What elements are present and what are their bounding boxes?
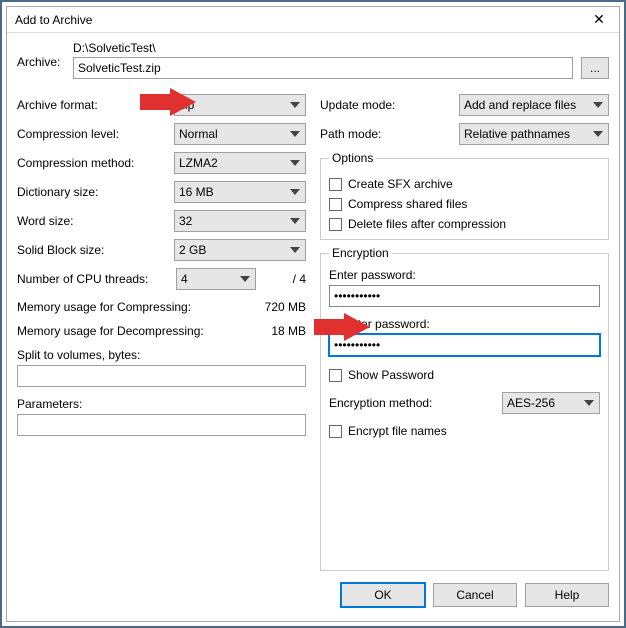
checkbox-icon <box>329 198 342 211</box>
archive-label: Archive: <box>17 41 65 69</box>
compression-method-label: Compression method: <box>17 156 168 170</box>
encrypt-filenames-label: Encrypt file names <box>348 424 447 438</box>
solid-block-size-label: Solid Block size: <box>17 243 168 257</box>
browse-button[interactable]: ... <box>581 57 609 79</box>
delete-after-label: Delete files after compression <box>348 217 506 231</box>
memory-decompress-label: Memory usage for Decompressing: <box>17 324 204 338</box>
right-column: Update mode: Add and replace files Path … <box>320 87 609 571</box>
create-sfx-label: Create SFX archive <box>348 177 453 191</box>
options-group: Options Create SFX archive Compress shar… <box>320 151 609 240</box>
checkbox-icon <box>329 218 342 231</box>
encryption-legend: Encryption <box>329 246 392 260</box>
update-mode-select[interactable]: Add and replace files <box>459 94 609 116</box>
memory-compress-value: 720 MB <box>265 300 306 314</box>
parameters-input[interactable] <box>17 414 306 436</box>
archive-path: D:\SolveticTest\ <box>73 41 573 55</box>
compression-level-label: Compression level: <box>17 127 168 141</box>
solid-block-size-select[interactable]: 2 GB <box>174 239 306 261</box>
cpu-threads-label: Number of CPU threads: <box>17 272 170 286</box>
compress-shared-label: Compress shared files <box>348 197 467 211</box>
memory-decompress-value: 18 MB <box>271 324 306 338</box>
archive-format-label: Archive format: <box>17 98 168 112</box>
ellipsis-icon: ... <box>590 61 600 75</box>
compression-level-select[interactable]: Normal <box>174 123 306 145</box>
path-mode-label: Path mode: <box>320 127 453 141</box>
left-column: Archive format: zip Compression level: N… <box>17 87 306 571</box>
checkbox-icon <box>329 425 342 438</box>
cpu-threads-total: / 4 <box>262 272 306 286</box>
memory-compress-label: Memory usage for Compressing: <box>17 300 191 314</box>
checkbox-icon <box>329 369 342 382</box>
reenter-password-label: Reenter password: <box>329 317 600 331</box>
checkbox-icon <box>329 178 342 191</box>
create-sfx-checkbox[interactable]: Create SFX archive <box>329 177 600 191</box>
split-volumes-label: Split to volumes, bytes: <box>17 348 306 362</box>
ok-button[interactable]: OK <box>341 583 425 607</box>
cpu-threads-select[interactable]: 4 <box>176 268 256 290</box>
archive-name-combo[interactable]: SolveticTest.zip <box>73 57 573 79</box>
encryption-group: Encryption Enter password: Reenter passw… <box>320 246 609 571</box>
enter-password-label: Enter password: <box>329 268 600 282</box>
parameters-label: Parameters: <box>17 397 306 411</box>
reenter-password-input[interactable] <box>329 334 600 356</box>
split-volumes-combo[interactable] <box>17 365 306 387</box>
word-size-label: Word size: <box>17 214 168 228</box>
update-mode-label: Update mode: <box>320 98 453 112</box>
encryption-method-select[interactable]: AES-256 <box>502 392 600 414</box>
close-button[interactable]: ✕ <box>579 7 619 33</box>
enter-password-input[interactable] <box>329 285 600 307</box>
show-password-label: Show Password <box>348 368 434 382</box>
encryption-method-label: Encryption method: <box>329 396 496 410</box>
add-to-archive-dialog: Add to Archive ✕ Archive: D:\SolveticTes… <box>6 6 620 622</box>
options-legend: Options <box>329 151 376 165</box>
dictionary-size-label: Dictionary size: <box>17 185 168 199</box>
help-button[interactable]: Help <box>525 583 609 607</box>
window-title: Add to Archive <box>15 13 579 27</box>
archive-format-select[interactable]: zip <box>174 94 306 116</box>
compression-method-select[interactable]: LZMA2 <box>174 152 306 174</box>
show-password-checkbox[interactable]: Show Password <box>329 368 600 382</box>
word-size-select[interactable]: 32 <box>174 210 306 232</box>
cancel-button[interactable]: Cancel <box>433 583 517 607</box>
encrypt-filenames-checkbox[interactable]: Encrypt file names <box>329 424 600 438</box>
path-mode-select[interactable]: Relative pathnames <box>459 123 609 145</box>
delete-after-checkbox[interactable]: Delete files after compression <box>329 217 600 231</box>
button-bar: OK Cancel Help <box>7 577 619 621</box>
titlebar: Add to Archive ✕ <box>7 7 619 33</box>
dictionary-size-select[interactable]: 16 MB <box>174 181 306 203</box>
compress-shared-checkbox[interactable]: Compress shared files <box>329 197 600 211</box>
close-icon: ✕ <box>593 11 605 28</box>
